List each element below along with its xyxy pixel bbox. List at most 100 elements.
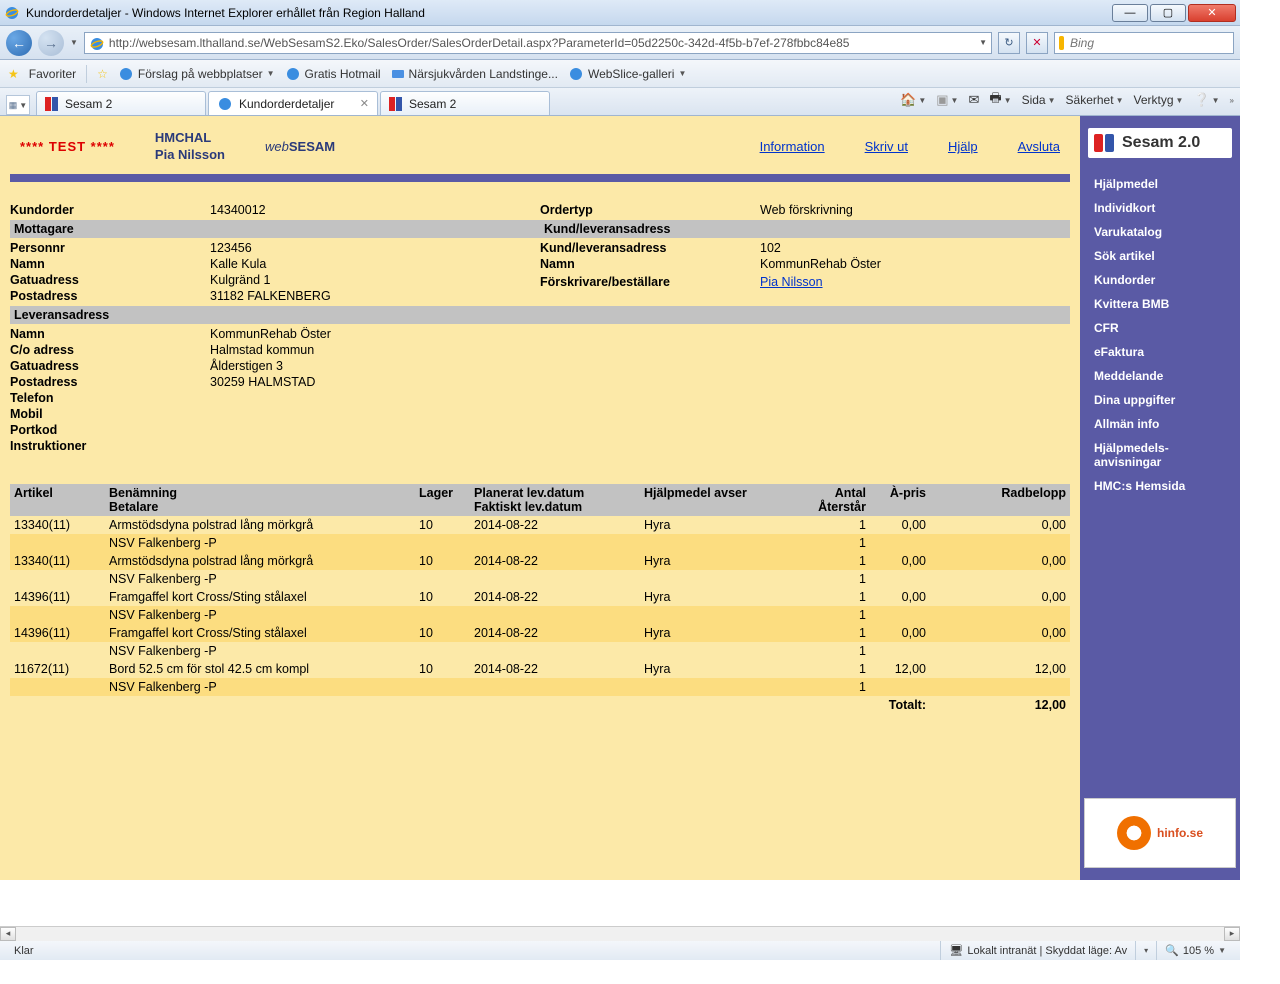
val-lev-namn: KommunRehab Öster — [210, 327, 331, 341]
url-dropdown-icon[interactable]: ▼ — [979, 38, 987, 47]
sidebar-item-10[interactable]: Allmän info — [1080, 412, 1240, 436]
link-skriv-ut[interactable]: Skriv ut — [865, 139, 908, 154]
favorites-bar: ★ Favoriter ☆ Förslag på webbplatser▼ Gr… — [0, 60, 1240, 88]
status-ready: Klar — [6, 941, 940, 960]
page-main: **** TEST **** HMCHAL Pia Nilsson webSES… — [0, 116, 1080, 880]
right-sidebar: Sesam 2.0 HjälpmedelIndividkortVarukatal… — [1080, 116, 1240, 880]
nav-history-dropdown[interactable]: ▼ — [70, 38, 78, 47]
hdr-empty — [540, 306, 1070, 324]
app-header: **** TEST **** HMCHAL Pia Nilsson webSES… — [0, 116, 1080, 174]
hscroll-right-button[interactable]: ▸ — [1224, 927, 1240, 941]
val-gatu: Kulgränd 1 — [210, 273, 270, 287]
sidebar-item-7[interactable]: eFaktura — [1080, 340, 1240, 364]
table-row-sub: NSV Falkenberg -P1 — [10, 570, 1070, 588]
window-close-button[interactable]: ✕ — [1188, 4, 1236, 22]
sidebar-item-12[interactable]: HMC:s Hemsida — [1080, 474, 1240, 498]
favorites-label[interactable]: Favoriter — [29, 67, 76, 81]
window-max-button[interactable]: ▢ — [1150, 4, 1186, 22]
link-forskrivare[interactable]: Pia Nilsson — [760, 275, 823, 289]
lbl-lev-co: C/o adress — [10, 343, 210, 357]
hinfo-banner[interactable]: h hinfo.se — [1084, 798, 1236, 868]
sidebar-item-9[interactable]: Dina uppgifter — [1080, 388, 1240, 412]
cmd-expand-button[interactable]: » — [1230, 96, 1234, 105]
lbl-post: Postadress — [10, 289, 210, 303]
sidebar-item-3[interactable]: Sök artikel — [1080, 244, 1240, 268]
sidebar-item-0[interactable]: Hjälpmedel — [1080, 172, 1240, 196]
sidebar-item-11[interactable]: Hjälpmedels-anvisningar — [1080, 436, 1240, 474]
cmd-tools-menu[interactable]: Verktyg▼ — [1133, 93, 1183, 107]
lbl-kundorder: Kundorder — [10, 203, 210, 217]
window-min-button[interactable]: — — [1112, 4, 1148, 22]
search-bar[interactable] — [1054, 32, 1234, 54]
nav-back-button[interactable]: ← — [6, 30, 32, 56]
link-information[interactable]: Information — [760, 139, 825, 154]
search-input[interactable] — [1068, 35, 1229, 51]
favorites-star-icon[interactable]: ★ — [8, 67, 19, 81]
hscroll-track[interactable] — [16, 927, 1224, 941]
print-icon: 🖶 — [989, 89, 1001, 111]
tab-sesam2-1[interactable]: Sesam 2 — [36, 91, 206, 115]
sidebar-item-4[interactable]: Kundorder — [1080, 268, 1240, 292]
status-bar: Klar 🖥 Lokalt intranät | Skyddat läge: A… — [0, 940, 1240, 960]
tab-sesam2-2[interactable]: Sesam 2 — [380, 91, 550, 115]
cmd-help-button[interactable]: ❔▼ — [1193, 92, 1219, 108]
hdr-leveransadress: Leveransadress — [10, 306, 540, 324]
lbl-lev-namn: Namn — [10, 327, 210, 341]
cmd-safety-menu[interactable]: Säkerhet▼ — [1066, 93, 1124, 107]
fav-link-1[interactable]: Förslag på webbplatser▼ — [118, 66, 275, 82]
content-viewport: **** TEST **** HMCHAL Pia Nilsson webSES… — [0, 116, 1240, 926]
val-lev-post: 30259 HALMSTAD — [210, 375, 315, 389]
nav-forward-button[interactable]: → — [38, 30, 64, 56]
address-bar[interactable]: ▼ — [84, 32, 992, 54]
url-input[interactable] — [107, 35, 975, 51]
fav-link-4[interactable]: WebSlice-galleri▼ — [568, 66, 686, 82]
cmd-mail-button[interactable]: ✉ — [968, 92, 979, 108]
val-post: 31182 FALKENBERG — [210, 289, 331, 303]
th-artikel: Artikel — [10, 484, 105, 516]
val-ordertyp: Web förskrivning — [760, 203, 853, 217]
window-title: Kundorderdetaljer - Windows Internet Exp… — [26, 6, 1112, 20]
tab-kundorderdetaljer[interactable]: Kundorderdetaljer ✕ — [208, 91, 378, 115]
bing-icon — [1059, 36, 1064, 50]
lbl-instruktioner: Instruktioner — [10, 439, 210, 453]
hdr-mottagare: Mottagare — [10, 220, 540, 238]
sidebar-item-5[interactable]: Kvittera BMB — [1080, 292, 1240, 316]
horizontal-scrollbar[interactable]: ◂ ▸ — [0, 926, 1240, 940]
lbl-gatu: Gatuadress — [10, 273, 210, 287]
link-hjalp[interactable]: Hjälp — [948, 139, 978, 154]
tab-close-icon[interactable]: ✕ — [360, 97, 369, 110]
lbl-namn: Namn — [10, 257, 210, 271]
hscroll-left-button[interactable]: ◂ — [0, 927, 16, 941]
add-favorite-icon[interactable]: ☆ — [97, 67, 108, 81]
sidebar-item-1[interactable]: Individkort — [1080, 196, 1240, 220]
link-avsluta[interactable]: Avsluta — [1018, 139, 1060, 154]
table-row: 14396(11)Framgaffel kort Cross/Sting stå… — [10, 588, 1070, 606]
cmd-print-button[interactable]: 🖶▼ — [989, 89, 1011, 111]
fav-link-3[interactable]: Närsjukvården Landstinge... — [391, 67, 558, 81]
th-apris: À-pris — [870, 484, 930, 516]
th-avser: Hjälpmedel avser — [640, 484, 795, 516]
sidebar-item-2[interactable]: Varukatalog — [1080, 220, 1240, 244]
address-bar-row: ← → ▼ ▼ ↻ ✕ — [0, 26, 1240, 60]
reload-button[interactable]: ↻ — [998, 32, 1020, 54]
sidebar-item-6[interactable]: CFR — [1080, 316, 1240, 340]
table-row-sub: NSV Falkenberg -P1 — [10, 534, 1070, 552]
cmd-page-menu[interactable]: Sida▼ — [1022, 93, 1056, 107]
lbl-personnr: Personnr — [10, 241, 210, 255]
quick-tabs-button[interactable]: ▦▼ — [6, 95, 30, 115]
table-row-sub: NSV Falkenberg -P1 — [10, 642, 1070, 660]
ie-icon — [4, 5, 20, 21]
help-icon: ❔ — [1193, 92, 1209, 108]
th-radbelopp: Radbelopp — [930, 484, 1070, 516]
fav-link-2[interactable]: Gratis Hotmail — [285, 66, 381, 82]
cmd-home-button[interactable]: 🏠▼ — [900, 92, 926, 108]
lbl-kundlevnr: Kund/leveransadress — [540, 241, 760, 255]
status-zoom[interactable]: 🔍 105 % ▼ — [1156, 941, 1234, 960]
cmd-feeds-button[interactable]: ▣▼ — [936, 92, 958, 108]
stop-button[interactable]: ✕ — [1026, 32, 1048, 54]
status-protected-dropdown[interactable]: ▾ — [1135, 941, 1156, 960]
th-lager: Lager — [415, 484, 470, 516]
val-kundorder: 14340012 — [210, 203, 266, 217]
sidebar-item-8[interactable]: Meddelande — [1080, 364, 1240, 388]
lbl-lev-gatu: Gatuadress — [10, 359, 210, 373]
